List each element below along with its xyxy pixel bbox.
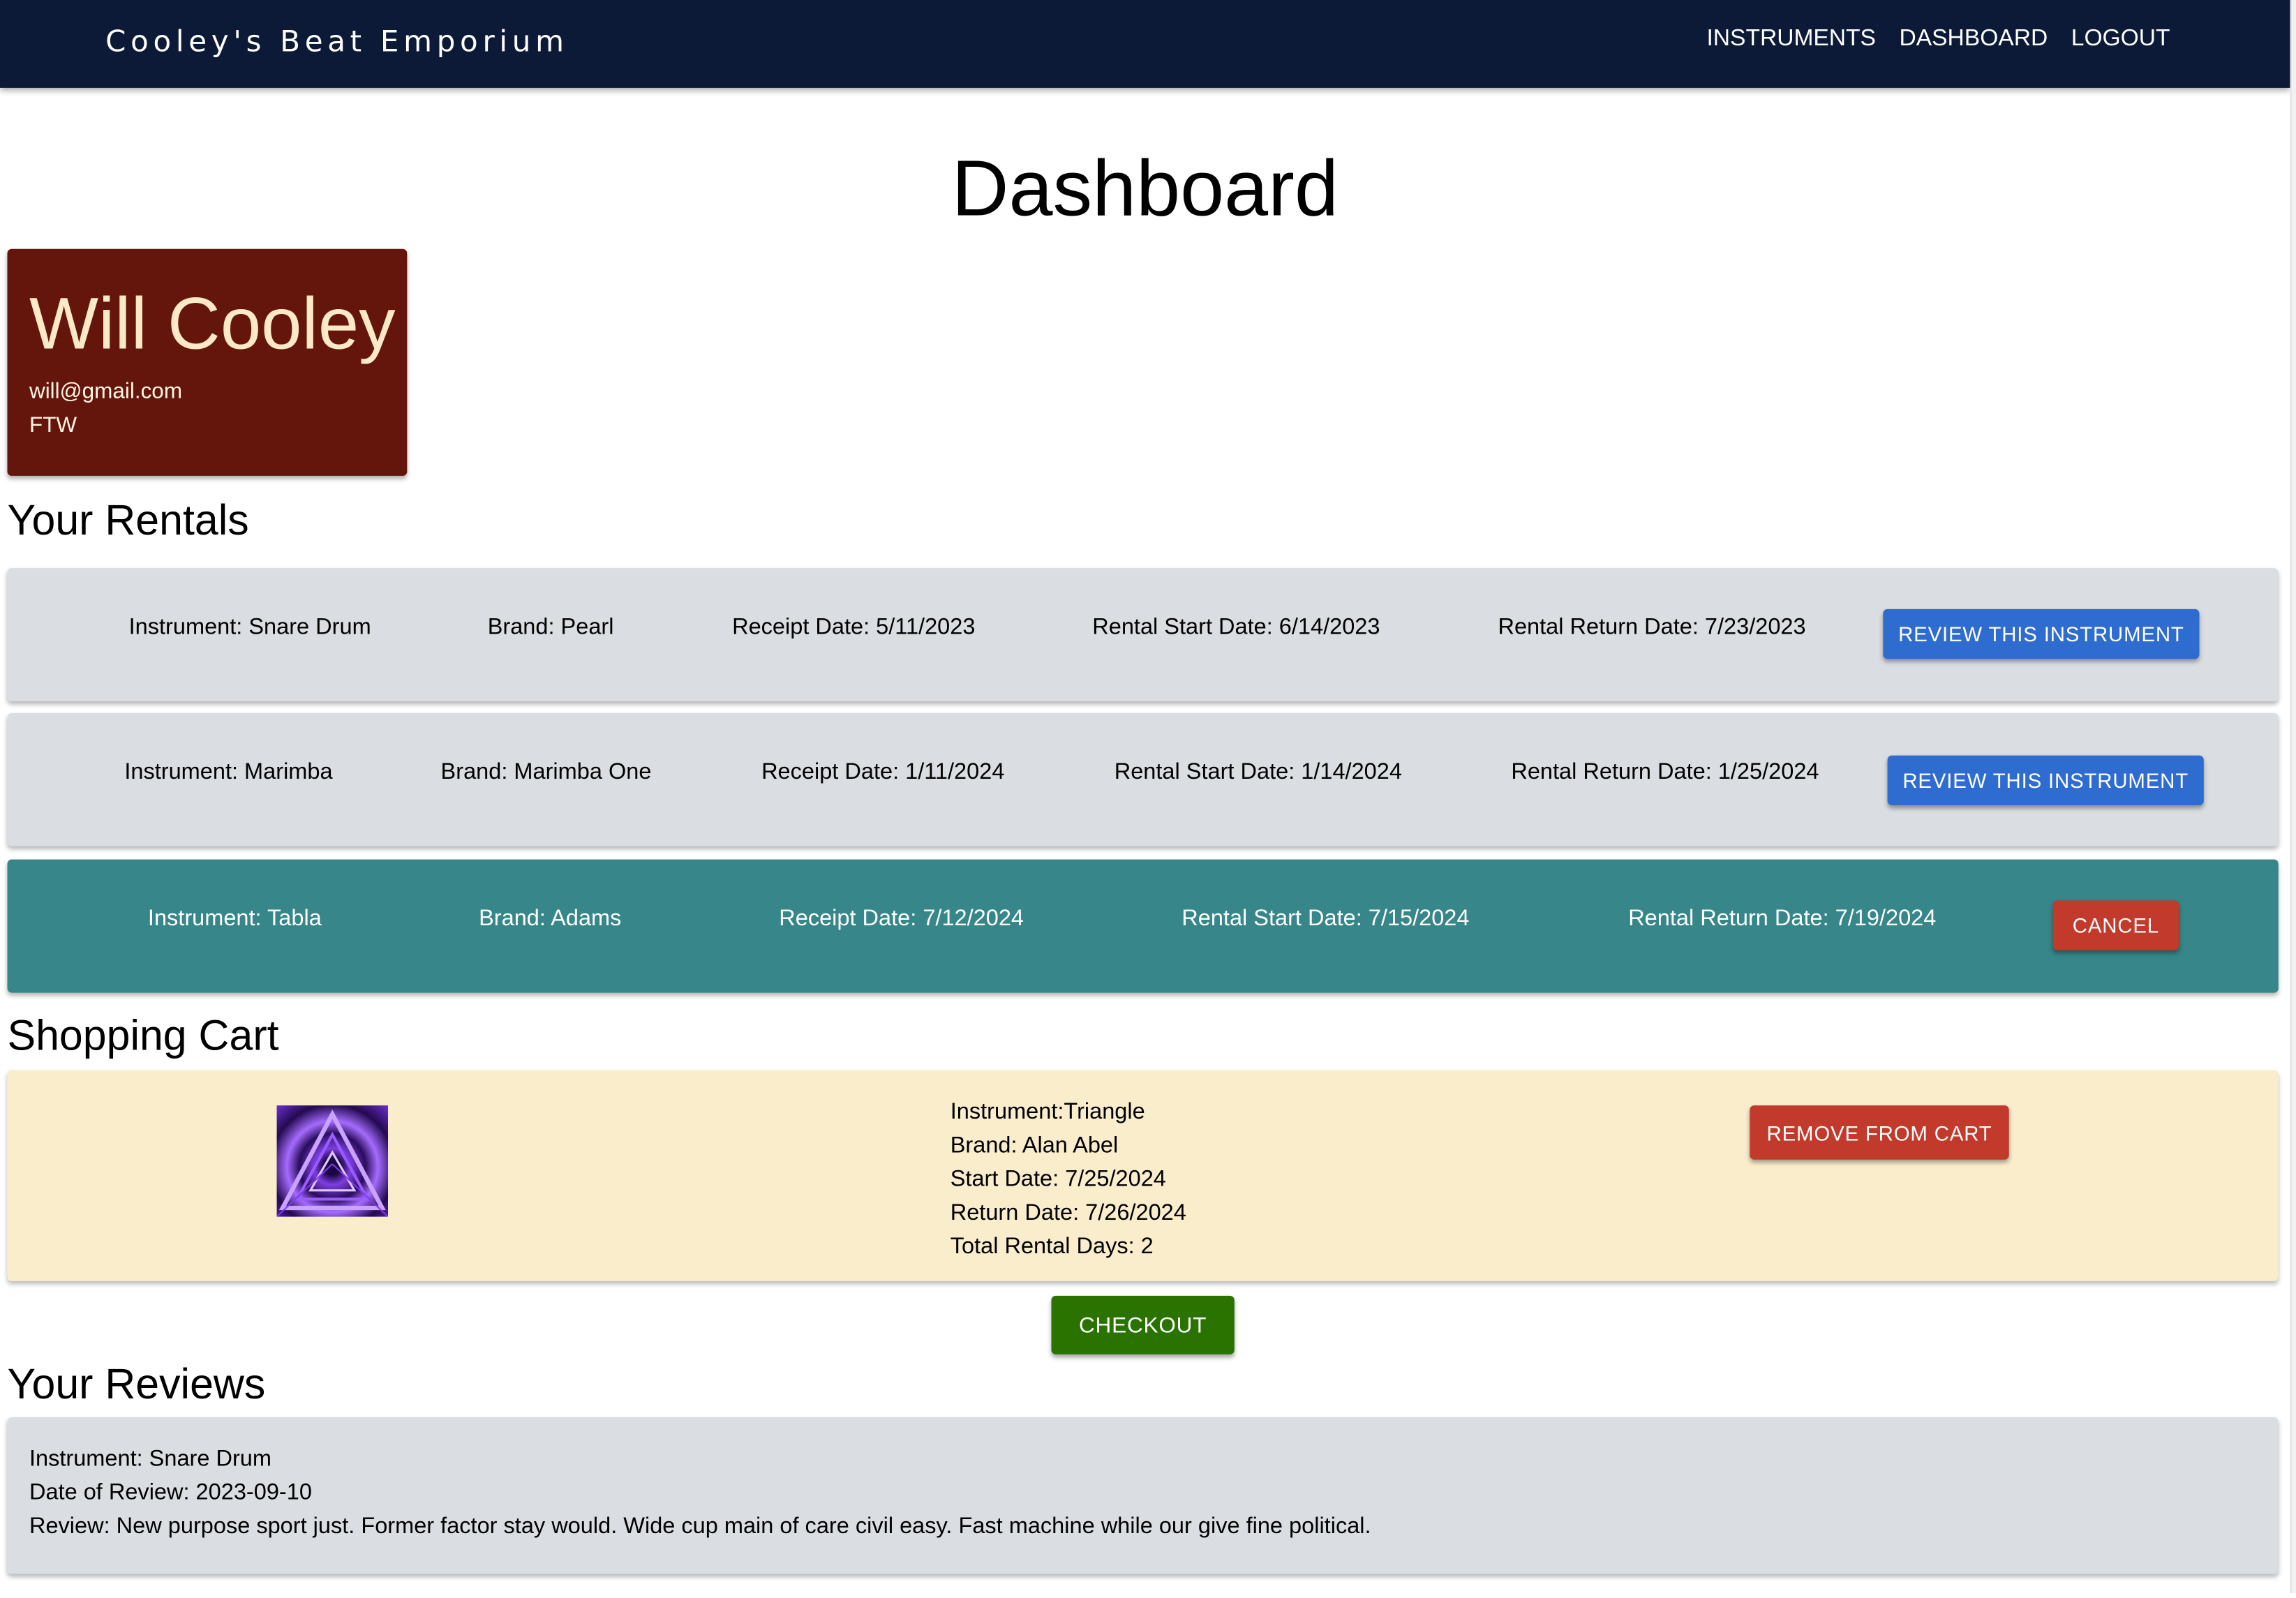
profile-name: Will Cooley xyxy=(29,282,396,365)
rental-return-date: Rental Return Date: 7/23/2023 xyxy=(1498,615,1806,640)
cart-start-date: Start Date: 7/25/2024 xyxy=(950,1167,1166,1192)
triangle-photo-icon xyxy=(276,1105,389,1217)
rental-start-date: Rental Start Date: 1/14/2024 xyxy=(1114,759,1402,785)
rental-instrument: Instrument: Marimba xyxy=(124,759,333,785)
rental-row: Instrument: Snare Drum Brand: Pearl Rece… xyxy=(7,568,2279,702)
rental-brand: Brand: Adams xyxy=(479,906,622,932)
cart-section-title: Shopping Cart xyxy=(7,1013,279,1061)
cart-instrument: Instrument:Triangle xyxy=(950,1099,1145,1125)
nav-logout-link[interactable]: LOGOUT xyxy=(2071,27,2170,53)
main-nav: INSTRUMENTS DASHBOARD LOGOUT xyxy=(1706,27,2170,53)
review-text: Review: New purpose sport just. Former f… xyxy=(29,1514,1371,1539)
page-title: Dashboard xyxy=(951,144,1339,233)
review-instrument: Instrument: Snare Drum xyxy=(29,1447,272,1472)
checkout-button[interactable]: CHECKOUT xyxy=(1051,1295,1235,1354)
review-date: Date of Review: 2023-09-10 xyxy=(29,1480,312,1505)
rentals-section-title: Your Rentals xyxy=(7,498,249,545)
cart-brand: Brand: Alan Abel xyxy=(950,1133,1119,1158)
rental-receipt-date: Receipt Date: 7/12/2024 xyxy=(779,906,1024,932)
rental-brand: Brand: Marimba One xyxy=(440,759,652,785)
remove-from-cart-button[interactable]: REMOVE FROM CART xyxy=(1750,1105,2009,1160)
profile-card: Will Cooley will@gmail.com FTW xyxy=(7,248,408,476)
page-frame: Cooley's Beat Emporium INSTRUMENTS DASHB… xyxy=(0,0,2296,1593)
rental-brand: Brand: Pearl xyxy=(487,615,614,640)
review-card: Instrument: Snare Drum Date of Review: 2… xyxy=(7,1417,2279,1574)
cart-item-details: Instrument:Triangle Brand: Alan Abel Sta… xyxy=(951,1095,1186,1263)
rental-return-date: Rental Return Date: 1/25/2024 xyxy=(1511,759,1819,785)
top-app-bar: Cooley's Beat Emporium INSTRUMENTS DASHB… xyxy=(0,0,2290,88)
profile-tagline: FTW xyxy=(29,412,77,438)
rental-receipt-date: Receipt Date: 1/11/2024 xyxy=(761,759,1005,785)
review-instrument-button[interactable]: REVIEW THIS INSTRUMENT xyxy=(1883,608,2200,659)
cancel-rental-button[interactable]: CANCEL xyxy=(2052,900,2179,950)
cart-item: Instrument:Triangle Brand: Alan Abel Sta… xyxy=(7,1070,2279,1281)
rental-start-date: Rental Start Date: 7/15/2024 xyxy=(1181,906,1470,932)
cart-total-days: Total Rental Days: 2 xyxy=(950,1234,1154,1260)
rental-return-date: Rental Return Date: 7/19/2024 xyxy=(1628,906,1937,932)
active-rental-row: Instrument: Tabla Brand: Adams Receipt D… xyxy=(7,859,2279,993)
rental-instrument: Instrument: Tabla xyxy=(147,906,322,932)
rental-receipt-date: Receipt Date: 5/11/2023 xyxy=(732,615,976,640)
nav-dashboard-link[interactable]: DASHBOARD xyxy=(1900,27,2048,53)
cart-return-date: Return Date: 7/26/2024 xyxy=(950,1200,1186,1226)
profile-email: will@gmail.com xyxy=(29,379,183,405)
scrollbar-track[interactable] xyxy=(2290,0,2296,1593)
review-instrument-button[interactable]: REVIEW THIS INSTRUMENT xyxy=(1887,755,2204,806)
review-details: Instrument: Snare Drum Date of Review: 2… xyxy=(29,1442,1371,1544)
nav-instruments-link[interactable]: INSTRUMENTS xyxy=(1706,27,1875,53)
rental-instrument: Instrument: Snare Drum xyxy=(128,615,371,640)
reviews-section-title: Your Reviews xyxy=(7,1361,266,1409)
rental-start-date: Rental Start Date: 6/14/2023 xyxy=(1092,615,1380,640)
rental-row: Instrument: Marimba Brand: Marimba One R… xyxy=(7,712,2279,846)
brand-title[interactable]: Cooley's Beat Emporium xyxy=(105,24,569,59)
